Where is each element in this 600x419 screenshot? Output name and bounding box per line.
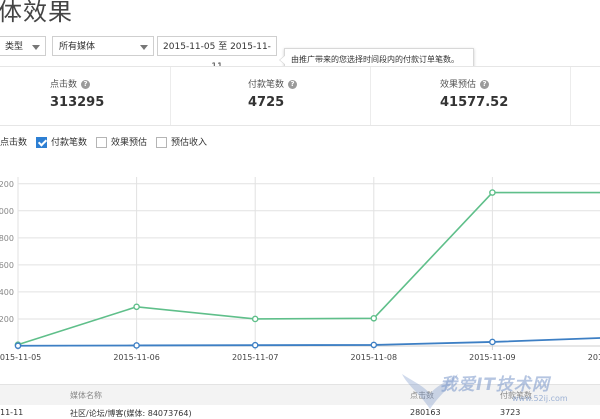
x-tick-label: 2015-11-07 (232, 353, 279, 362)
metric-label: 效果预估 (440, 80, 477, 90)
data-point (370, 341, 378, 349)
divider (570, 67, 571, 125)
data-point (251, 341, 259, 349)
checkbox-icon[interactable] (156, 137, 167, 148)
y-tick-label: 400 (0, 288, 14, 297)
column-header: 媒体名称 (70, 391, 102, 400)
y-tick-label: 800 (0, 234, 14, 243)
series-line (17, 191, 600, 346)
metric-value: 41577.52 (440, 95, 509, 110)
chevron-down-icon (140, 45, 148, 50)
x-tick-label: 2015-11-09 (469, 353, 516, 362)
checkbox-label: 付款笔数 (51, 138, 88, 148)
x-tick-label: 2015-11-05 (0, 353, 41, 362)
media-select[interactable]: 所有媒体 (52, 36, 154, 56)
metrics-panel: 点击数? 313295 付款笔数? 4725 效果预估? 41577.52 (0, 66, 600, 126)
watermark-text: 我爱IT技术网 (440, 375, 550, 395)
data-point (489, 338, 496, 346)
checkbox-label: 点击数 (0, 138, 28, 148)
checkbox-orders[interactable]: 付款笔数 (36, 136, 87, 150)
x-tick-label: 2015-11-10 (588, 353, 600, 362)
line-chart: 200 000 800 600 400 200 2015-11-05 2015-11-06 20… (0, 177, 600, 362)
watermark-logo: 我爱IT技术网 www.52ij.com (400, 362, 600, 419)
watermark-url: www.52ij.com (512, 394, 568, 403)
y-tick-label: 600 (0, 261, 14, 270)
data-point (489, 189, 496, 196)
checkbox-icon[interactable] (96, 137, 107, 148)
media-select-value: 所有媒体 (59, 42, 96, 52)
y-tick-label: 200 (0, 315, 14, 324)
question-icon[interactable]: ? (480, 80, 490, 89)
data-point (251, 315, 259, 323)
y-tick-label: 000 (0, 207, 14, 216)
date-range-picker[interactable]: 2015-11-05 至 2015-11-11 (157, 36, 277, 72)
page-title: 体效果 (0, 0, 73, 26)
y-tick-label: 200 (0, 180, 14, 189)
metric-estimate: 效果预估? 41577.52 (0, 67, 600, 125)
checkbox-clicks[interactable]: 点击数 (0, 136, 27, 150)
row-media[interactable]: 社区/论坛/博客(媒体: 84073764) (70, 408, 192, 419)
data-point (133, 303, 140, 311)
checkbox-checked-icon[interactable] (36, 137, 47, 148)
checkbox-label: 预估收入 (171, 138, 208, 148)
checkbox-label: 效果预估 (111, 138, 148, 148)
type-select-value: 类型 (5, 42, 24, 52)
data-point (14, 342, 22, 350)
type-select[interactable]: 类型 (0, 36, 46, 56)
checkbox-estimate[interactable]: 效果预估 (96, 136, 147, 150)
x-tick-label: 2015-11-06 (113, 353, 160, 362)
row-date: 11-11 (0, 408, 24, 417)
checkbox-income[interactable]: 预估收入 (156, 136, 207, 150)
x-tick-label: 2015-11-08 (351, 353, 398, 362)
data-point (370, 314, 378, 322)
data-point (133, 342, 140, 349)
chevron-down-icon (32, 45, 40, 50)
series-line (17, 337, 600, 347)
